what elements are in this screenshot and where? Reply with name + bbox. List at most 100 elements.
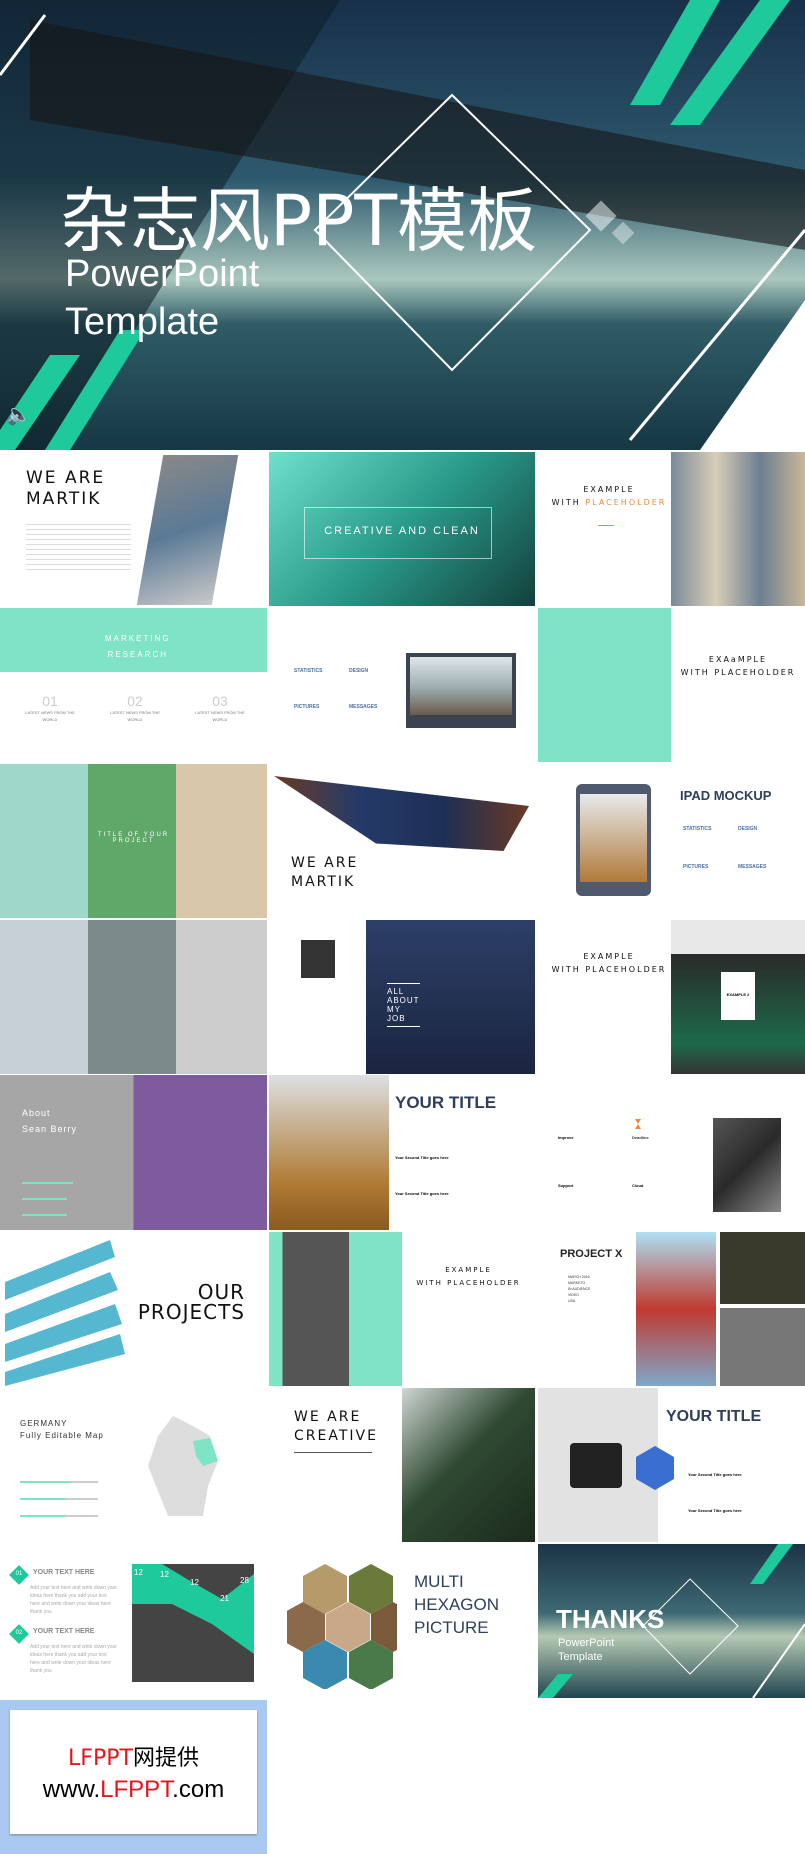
slide-title-line3: PICTURE [414, 1618, 489, 1637]
slide-title-line2: RESEARCH [107, 650, 168, 659]
footer-watermark: LFPPT网提供 www.LFPPT.com [0, 1700, 267, 1854]
title-line: MY [387, 1005, 401, 1014]
slide-title: IPAD MOCKUP [680, 788, 772, 803]
slide-title-line1: EXAMPLE [445, 1266, 492, 1274]
slide-subtitle-1: PowerPoint [558, 1637, 615, 1649]
skill-bar [22, 1182, 73, 1184]
women-photo [713, 1118, 781, 1212]
slide-creative-clean[interactable]: CREATIVE AND CLEAN [269, 452, 535, 606]
stripes-photo [5, 1240, 125, 1386]
skill-bar [22, 1214, 68, 1216]
slide-title-line1: EXAMPLE [583, 952, 635, 961]
example-card: EXAMPLE 2 [721, 972, 755, 1020]
slide-text-chart[interactable]: 01 YOUR TEXT HERE Add your text here and… [0, 1544, 267, 1698]
girl-photo [636, 1232, 716, 1386]
slide-ipad-mockup[interactable]: IPAD MOCKUP STATISTICS DESIGN PICTURES M… [538, 764, 805, 918]
slide-title-line2: WITH PLACEHOLDER [416, 1279, 521, 1287]
feature-pictures: PICTURES [294, 704, 320, 710]
slide-title-line1: GERMANY [20, 1419, 68, 1428]
slide-example-2[interactable]: EXAMPLE WITH PLACEHOLDER EXAMPLE 2 [538, 920, 805, 1074]
slide-title-line1: EXAaMPLE [708, 655, 768, 664]
slide-your-title-2[interactable]: YOUR TITLE Your Second Title goes here Y… [538, 1388, 805, 1542]
street-photo: 12 12 12 21 28 [132, 1564, 254, 1682]
slide-title-line2: MARTIK [291, 874, 356, 890]
slide-title-line2: CREATIVE [294, 1428, 378, 1444]
slide-title: PROJECT X [560, 1248, 623, 1260]
slide-example-3[interactable]: EXAMPLE WITH PLACEHOLDER [269, 1232, 535, 1386]
slide-example-placeholder[interactable]: EXAMPLE WITH PLACEHOLDER [538, 450, 805, 606]
stat-bar [20, 1498, 98, 1500]
slide-title-line2: WITH PLACEHOLDER [551, 965, 667, 974]
slide-we-are-martik-2[interactable]: WE ARE MARTIK [269, 764, 535, 918]
brush-photo [274, 776, 529, 851]
item-deadline: Deadline [632, 1135, 649, 1140]
chart-value: 12 [190, 1578, 199, 1587]
item-title: YOUR TEXT HERE [33, 1569, 95, 1576]
clothes-photo [671, 452, 805, 606]
ipad-mockup [576, 784, 651, 896]
slide-our-projects[interactable]: OUR PROJECTS [0, 1232, 267, 1386]
slide-features-monitor[interactable]: STATISTICS DESIGN PICTURES MESSAGES [269, 608, 535, 762]
slide-title-line2: PROJECTS [137, 1300, 245, 1324]
slide-multi-hexagon[interactable]: MULTI HEXAGON PICTURE [269, 1544, 535, 1698]
slide-title-project[interactable]: TITLE OF YOUR PROJECT [0, 764, 267, 918]
news-item: 02 LATEST NEWS FROM THE WORLD [110, 693, 160, 722]
footer-cn: 网提供 [132, 1746, 199, 1771]
slide-project-x[interactable]: PROJECT X MARCH 2016 MARKETO IN AUDIENCE… [538, 1232, 805, 1386]
chart-value: 21 [220, 1594, 229, 1603]
greenhouse-photo [402, 1388, 535, 1542]
slide-thanks[interactable]: THANKS PowerPoint Template [538, 1544, 805, 1698]
title-line: JOB [387, 1014, 406, 1023]
item-body: Add your text here and write down your i… [30, 1585, 117, 1615]
slide-we-are-martik[interactable]: WE ARE MARTIK [0, 450, 267, 606]
feature-messages: MESSAGES [738, 864, 767, 870]
feature-pictures: PICTURES [683, 864, 709, 870]
feature-design: DESIGN [349, 668, 369, 674]
item-number: 02 [15, 1630, 23, 1636]
slide-icons[interactable]: Improve Deadline Support Cloud [538, 1075, 805, 1230]
suit-photo [720, 1232, 805, 1304]
slide-title-line1: MULTI [414, 1572, 464, 1591]
slide-all-about-job[interactable]: ALL ABOUT MY JOB [269, 920, 535, 1074]
slide-title-line1: WE ARE [26, 468, 106, 488]
portrait-photo [301, 940, 335, 978]
germany-map[interactable] [148, 1416, 228, 1521]
slide-example-a[interactable]: EXAaMPLE WITH PLACEHOLDER [538, 608, 805, 762]
slide-title-line2: Sean Berry [22, 1124, 78, 1134]
hero-subtitle-2: Template [65, 301, 220, 343]
slide-marketing-research[interactable]: MARKETING RESEARCH 01 LATEST NEWS FROM TH… [0, 608, 267, 762]
slide-photo-collage[interactable] [0, 920, 267, 1074]
slide-title-highlight: PLACEHOLDER [585, 498, 667, 507]
person-photo [269, 1075, 389, 1230]
slide-title-line1: WE ARE [294, 1409, 362, 1425]
item-improve: Improve [558, 1135, 574, 1140]
stat-bar [20, 1481, 98, 1483]
slide-subtitle-2: Template [558, 1651, 603, 1663]
item-cloud: Cloud [632, 1183, 644, 1188]
slide-title-line2: WITH PLACEHOLDER [680, 668, 796, 677]
item-body: Add your text here and write down your i… [30, 1644, 117, 1674]
slide-germany-map[interactable]: GERMANY Fully Editable Map [0, 1388, 267, 1542]
feature-statistics: STATISTICS [294, 668, 323, 674]
footer-url[interactable]: www.LFPPT.com [10, 1776, 257, 1804]
subtitle: Your Second Title goes here [395, 1155, 449, 1160]
slide-title: YOUR TITLE [395, 1093, 497, 1112]
slide-title-line2: HEXAGON [414, 1595, 500, 1614]
item-title: YOUR TEXT HERE [33, 1628, 95, 1635]
slide-about-sean[interactable]: About Sean Berry [0, 1075, 267, 1230]
subtitle: Your Second Title goes here [688, 1472, 742, 1477]
woman-photo [269, 1232, 402, 1386]
feature-design: DESIGN [738, 826, 758, 832]
title-line: ABOUT [387, 996, 420, 1005]
item-number: 01 [15, 1571, 23, 1577]
slide-title: THANKS [556, 1604, 665, 1634]
speaker-icon[interactable]: 🔈 [6, 402, 31, 427]
slide-title-line2: Fully Editable Map [20, 1431, 104, 1440]
body-text-placeholder [26, 520, 131, 570]
hero-subtitle-1: PowerPoint [65, 253, 260, 295]
slide-your-title[interactable]: YOUR TITLE Your Second Title goes here Y… [269, 1075, 535, 1230]
slide-title: TITLE OF YOUR PROJECT [97, 832, 170, 844]
slide-title-line2a: WITH [551, 498, 586, 507]
slide-we-are-creative[interactable]: WE ARE CREATIVE [269, 1388, 535, 1542]
chart-value: 12 [160, 1570, 169, 1579]
